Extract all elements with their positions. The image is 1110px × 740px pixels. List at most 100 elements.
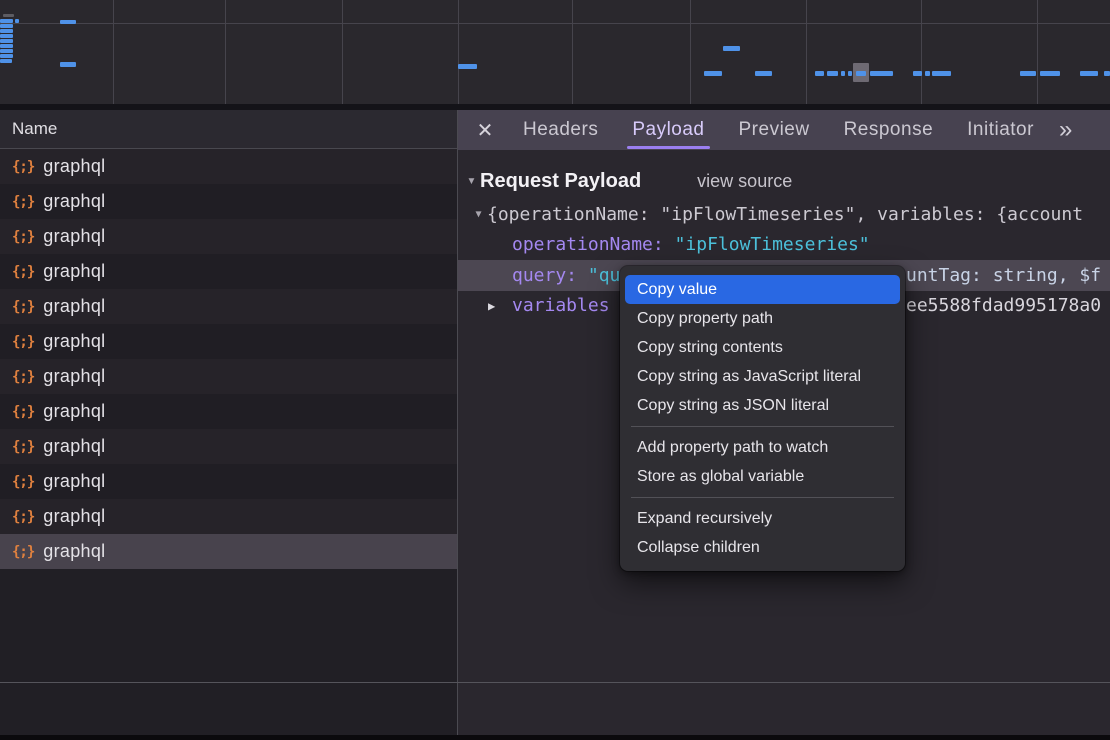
overview-bar [15,19,19,23]
overview-bar [458,64,477,69]
menu-item-copy-property-path[interactable]: Copy property path [625,304,900,333]
menu-divider [631,497,894,498]
tab-initiator[interactable]: Initiator [950,110,1051,150]
menu-item-copy-string-contents[interactable]: Copy string contents [625,333,900,362]
tab-response[interactable]: Response [827,110,951,150]
menu-item-store-as-global-variable[interactable]: Store as global variable [625,462,900,491]
tree-row[interactable]: operationName: "ipFlowTimeseries" [458,230,1110,261]
overview-bar [932,71,951,76]
request-row[interactable]: {;}graphql [0,324,457,359]
overview-bar [0,19,13,23]
json-fetch-icon: {;} [12,299,34,315]
overview-gridline [1037,0,1038,104]
tree-text-overflow-fragment: ee5588fdad995178a0 [906,291,1101,322]
request-name: graphql [43,191,105,212]
chevron-double-right-icon[interactable]: » [1059,110,1072,150]
overview-bar [3,14,14,17]
overview-bar [60,62,76,67]
tabs: HeadersPayloadPreviewResponseInitiator [506,110,1051,150]
tab-headers[interactable]: Headers [506,110,615,150]
menu-divider [631,426,894,427]
request-row[interactable]: {;}graphql [0,534,457,569]
menu-item-copy-string-as-javascript-literal[interactable]: Copy string as JavaScript literal [625,362,900,391]
overview-bar [1020,71,1036,76]
request-row[interactable]: {;}graphql [0,254,457,289]
menu-item-copy-string-as-json-literal[interactable]: Copy string as JSON literal [625,391,900,420]
footer-divider [0,682,1110,683]
json-fetch-icon: {;} [12,509,34,525]
tree-text-segment: "qu [588,265,621,286]
json-fetch-icon: {;} [12,474,34,490]
overview-bar [0,49,13,53]
tree-text-segment: "ipFlowTimeseries" [675,234,870,255]
request-row[interactable]: {;}graphql [0,219,457,254]
overview-bar [870,71,893,76]
request-name: graphql [43,226,105,247]
request-name: graphql [43,471,105,492]
payload-section-header: ▼ Request Payload view source [458,163,1110,199]
json-fetch-icon: {;} [12,439,34,455]
overview-bar [0,34,13,38]
overview-bar [841,71,845,76]
tree-text-segment: untTag: string, $f [906,265,1101,286]
overview-gridline [113,0,114,104]
overview-bar [1040,71,1060,76]
network-overview[interactable] [0,0,1110,104]
tab-payload[interactable]: Payload [615,110,721,150]
overview-bar [925,71,930,76]
overview-bar [1104,71,1110,76]
request-name: graphql [43,401,105,422]
view-source-link[interactable]: view source [697,171,792,192]
menu-item-copy-value[interactable]: Copy value [625,275,900,304]
request-name: graphql [43,296,105,317]
overview-bar [827,71,838,76]
request-row[interactable]: {;} graphql [0,289,457,324]
expander-icon[interactable]: ▶ [488,299,512,313]
menu-item-collapse-children[interactable]: Collapse children [625,533,900,562]
request-row[interactable]: {;} graphql [0,464,457,499]
request-name: graphql [43,541,105,562]
section-expander-icon[interactable]: ▼ [463,176,480,187]
overview-gridline [921,0,922,104]
request-name: graphql [43,506,105,527]
name-column-header[interactable]: Name [0,110,457,149]
overview-gridline [690,0,691,104]
overview-bar [755,71,772,76]
tree-text-segment: ee5588fdad995178a0 [906,295,1101,316]
json-fetch-icon: {;} [12,404,34,420]
expander-icon[interactable]: ▼ [470,209,487,220]
overview-bar [0,54,13,58]
detail-tab-bar: ✕ HeadersPayloadPreviewResponseInitiator… [458,110,1110,150]
overview-gridline [458,0,459,104]
overview-bar [0,24,13,28]
request-name: graphql [43,261,105,282]
overview-bar [723,46,740,51]
tab-preview[interactable]: Preview [722,110,827,150]
overview-bar [1080,71,1098,76]
overview-bar [0,29,13,33]
request-row-list: {;} graphql {;} graphql {;} graphql {;} graphql… [0,149,457,569]
overview-bar [856,71,866,76]
context-menu: Copy valueCopy property pathCopy string … [620,266,905,571]
request-row[interactable]: {;} graphql [0,429,457,464]
json-fetch-icon: {;} [12,334,34,350]
request-row[interactable]: {;}graphql [0,359,457,394]
overview-bar [913,71,922,76]
menu-item-add-property-path-to-watch[interactable]: Add property path to watch [625,433,900,462]
bottom-bar [0,735,1110,740]
overview-bar [0,44,13,48]
request-name: graphql [43,436,105,457]
request-row[interactable]: {;} graphql [0,394,457,429]
tree-row[interactable]: ▼{operationName: "ipFlowTimeseries", var… [458,199,1110,230]
close-icon[interactable]: ✕ [468,118,502,143]
json-fetch-icon: {;} [12,369,34,385]
menu-item-expand-recursively[interactable]: Expand recursively [625,504,900,533]
request-row[interactable]: {;} graphql [0,499,457,534]
overview-bar [60,20,76,24]
request-row[interactable]: {;}graphql [0,149,457,184]
devtools-window: Name {;}graphql{;}graphql{;}graphql{;}gr… [0,0,1110,740]
request-row[interactable]: {;}graphql [0,184,457,219]
overview-bar [848,71,852,76]
tree-text-segment: {operationName: "ipFlowTimeseries", vari… [487,204,1083,225]
request-table: Name {;}graphql{;}graphql{;}graphql{;}gr… [0,110,458,735]
